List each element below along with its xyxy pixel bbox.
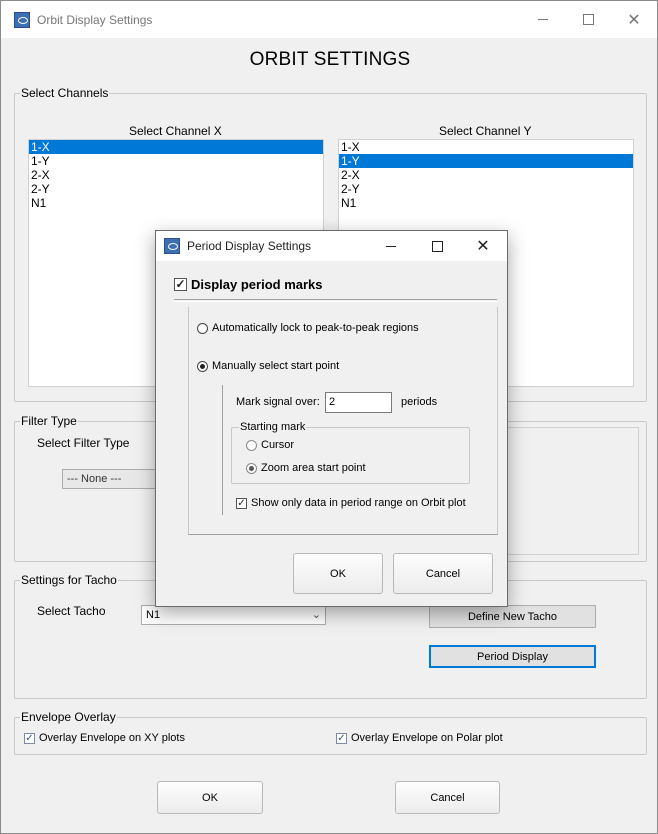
maximize-button[interactable] <box>565 1 611 38</box>
list-item[interactable]: 1-Y <box>29 154 323 168</box>
mark-signal-label: Mark signal over: <box>236 396 320 408</box>
header-divider <box>174 299 497 300</box>
list-item[interactable]: 1-X <box>29 140 323 154</box>
show-only-data-checkbox[interactable]: ✓ Show only data in period range on Orbi… <box>236 497 466 509</box>
page-title: ORBIT SETTINGS <box>249 49 411 70</box>
minimize-button[interactable] <box>520 1 566 38</box>
envelope-overlay-legend: Envelope Overlay <box>21 710 116 724</box>
list-item[interactable]: N1 <box>29 196 323 210</box>
dialog-app-icon <box>164 238 180 254</box>
list-item[interactable]: 2-Y <box>339 182 633 196</box>
manual-start-label: Manually select start point <box>212 360 340 372</box>
cursor-radio[interactable]: Cursor <box>246 439 294 451</box>
close-icon[interactable]: ✕ <box>611 1 657 38</box>
zoom-start-radio-circle <box>246 462 257 474</box>
list-item[interactable]: 2-X <box>29 168 323 182</box>
overlay-xy-checkbox[interactable]: ✓ Overlay Envelope on XY plots <box>24 732 185 744</box>
periods-label: periods <box>401 396 438 408</box>
dialog-maximize-button[interactable] <box>414 231 460 261</box>
period-display-button[interactable]: Period Display <box>429 645 596 668</box>
display-period-marks-label: Display period marks <box>191 277 323 292</box>
tacho-combo[interactable]: N1 ⌄ <box>141 605 326 625</box>
starting-mark-legend: Starting mark <box>240 421 306 433</box>
list-item[interactable]: 2-X <box>339 168 633 182</box>
header-divider-highlight <box>174 301 497 302</box>
overlay-polar-checkbox[interactable]: ✓ Overlay Envelope on Polar plot <box>336 732 503 744</box>
cursor-label: Cursor <box>261 439 295 451</box>
filter-type-legend: Filter Type <box>21 414 77 428</box>
dialog-ok-button[interactable]: OK <box>293 553 383 594</box>
checkmark-icon: ✓ <box>174 277 187 291</box>
tacho-settings-legend: Settings for Tacho <box>21 573 117 587</box>
dialog-cancel-button[interactable]: Cancel <box>393 553 493 594</box>
dialog-minimize-button[interactable] <box>368 231 414 261</box>
overlay-xy-label: Overlay Envelope on XY plots <box>39 732 185 744</box>
app-icon <box>14 11 30 28</box>
show-only-data-label: Show only data in period range on Orbit … <box>251 497 466 509</box>
starting-mark-group: Starting mark <box>231 421 470 484</box>
manual-options-divider <box>222 385 223 515</box>
main-cancel-button[interactable]: Cancel <box>395 781 500 814</box>
filter-type-value: --- None --- <box>67 473 122 485</box>
define-new-tacho-button[interactable]: Define New Tacho <box>429 605 596 628</box>
filter-type-combo[interactable]: --- None --- <box>62 469 162 489</box>
list-item[interactable]: N1 <box>339 196 633 210</box>
manual-start-radio[interactable]: Manually select start point <box>197 360 339 372</box>
main-ok-button[interactable]: OK <box>157 781 263 814</box>
select-filter-type-label: Select Filter Type <box>37 436 130 450</box>
list-item[interactable]: 2-Y <box>29 182 323 196</box>
zoom-start-label: Zoom area start point <box>261 462 366 474</box>
select-tacho-label: Select Tacho <box>37 604 106 618</box>
checkmark-icon: ✓ <box>24 732 35 744</box>
dialog-close-icon[interactable]: ✕ <box>460 231 506 261</box>
cursor-radio-circle <box>246 439 257 451</box>
chevron-down-icon: ⌄ <box>311 609 321 621</box>
select-channels-legend: Select Channels <box>21 86 109 100</box>
select-channel-x-label: Select Channel X <box>129 124 222 138</box>
zoom-start-radio[interactable]: Zoom area start point <box>246 462 366 474</box>
auto-lock-label: Automatically lock to peak-to-peak regio… <box>212 322 419 334</box>
filter-options-panel <box>506 427 639 555</box>
list-item[interactable]: 1-X <box>339 140 633 154</box>
display-period-marks-checkbox[interactable]: ✓ Display period marks <box>174 277 323 292</box>
dialog-title-bar[interactable]: Period Display Settings ✕ <box>156 231 507 261</box>
manual-start-radio-circle <box>197 360 208 372</box>
main-window-title: Orbit Display Settings <box>37 12 153 27</box>
period-display-dialog: Period Display Settings ✕ ✓ Display peri… <box>155 230 508 607</box>
auto-lock-radio[interactable]: Automatically lock to peak-to-peak regio… <box>197 322 419 334</box>
auto-lock-radio-circle <box>197 322 208 334</box>
checkmark-icon: ✓ <box>236 497 247 509</box>
main-title-bar[interactable]: Orbit Display Settings ✕ <box>1 1 657 38</box>
mark-signal-input[interactable]: 2 <box>325 392 392 413</box>
select-channel-y-label: Select Channel Y <box>439 124 532 138</box>
tacho-value: N1 <box>146 609 161 621</box>
checkmark-icon: ✓ <box>336 732 347 744</box>
dialog-title: Period Display Settings <box>187 239 312 253</box>
list-item[interactable]: 1-Y <box>339 154 633 168</box>
overlay-polar-label: Overlay Envelope on Polar plot <box>351 732 503 744</box>
